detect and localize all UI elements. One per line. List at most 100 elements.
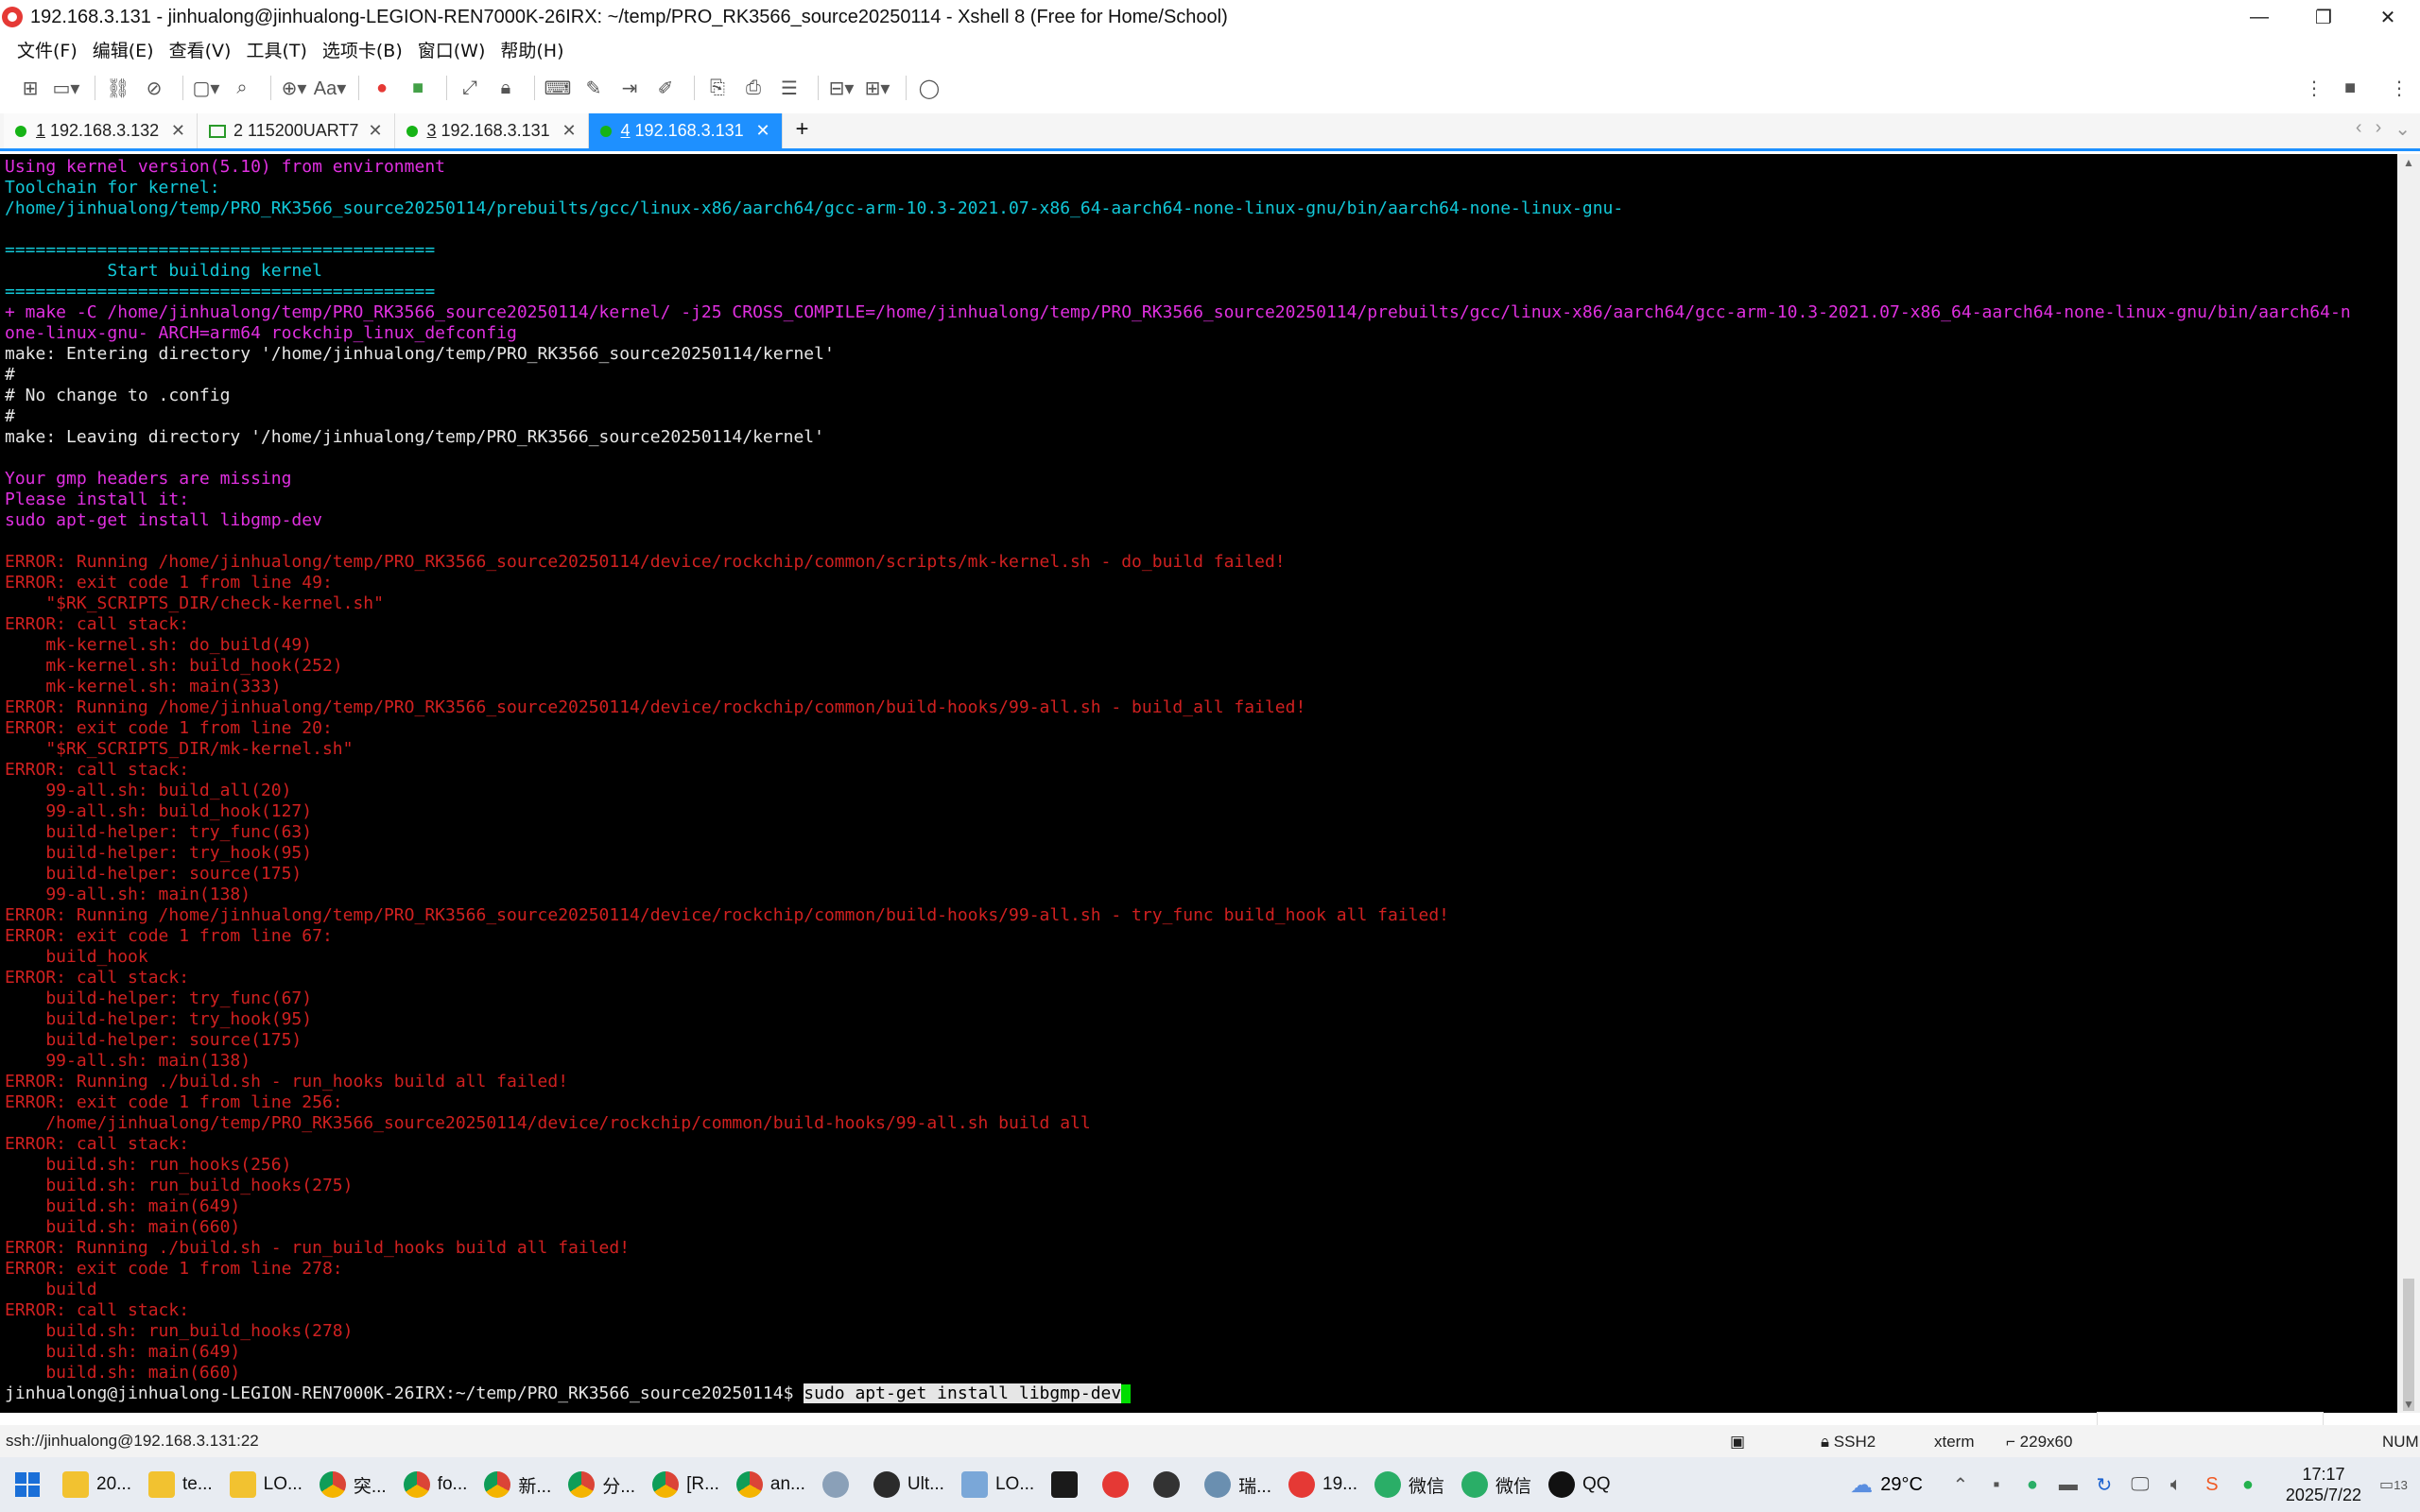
taskbar-app-label: [R... xyxy=(686,1474,719,1494)
split-icon[interactable]: ⊞▾ xyxy=(862,73,892,103)
tab-close-icon[interactable]: ✕ xyxy=(562,121,576,141)
tab-list-icon[interactable]: ⌄ xyxy=(2394,117,2411,141)
tray-sogou-icon[interactable]: S xyxy=(2197,1469,2227,1500)
tab-close-icon[interactable]: ✕ xyxy=(171,121,185,141)
highlight-icon[interactable]: ✐ xyxy=(650,73,681,103)
folder-icon xyxy=(147,1471,175,1498)
notification-center-icon[interactable]: ▭ 13 xyxy=(2378,1469,2409,1500)
scrollbar-thumb[interactable] xyxy=(2403,1279,2414,1411)
tray-sync-icon[interactable]: ↻ xyxy=(2089,1469,2119,1500)
log-icon[interactable]: ⎘ xyxy=(702,73,733,103)
taskbar-app[interactable]: an... xyxy=(729,1461,813,1508)
taskbar-app[interactable]: [R... xyxy=(645,1461,727,1508)
typed-command[interactable]: sudo apt-get install libgmp-dev xyxy=(804,1383,1122,1403)
taskbar-app[interactable]: QQ xyxy=(1541,1461,1618,1508)
taskbar-app[interactable]: 20... xyxy=(55,1461,139,1508)
tab-session-3[interactable]: 3 192.168.3.131 ✕ xyxy=(394,113,589,148)
new-window-icon[interactable]: ▢▾ xyxy=(191,73,221,103)
system-clock[interactable]: 17:17 2025/7/22 xyxy=(2286,1464,2361,1505)
tray-app-icon[interactable]: ▪ xyxy=(1981,1469,2012,1500)
menu-window[interactable]: 窗口(W) xyxy=(418,37,486,62)
taskbar-app[interactable]: 瑞... xyxy=(1197,1461,1279,1508)
tray-wechat-icon[interactable]: ● xyxy=(2017,1469,2048,1500)
toolbar-divider xyxy=(358,76,359,100)
menu-view[interactable]: 查看(V) xyxy=(169,37,232,62)
taskbar-app[interactable]: 新... xyxy=(476,1461,559,1508)
terminal-line: make: Entering directory '/home/jinhualo… xyxy=(5,344,835,364)
scroll-up-icon[interactable]: ▲ xyxy=(2397,156,2420,169)
taskbar-app[interactable]: 分... xyxy=(561,1461,643,1508)
add-tab-button[interactable]: + xyxy=(796,116,809,143)
compose-icon[interactable]: ⌨ xyxy=(543,73,573,103)
command-prompt-line[interactable]: jinhualong@jinhualong-LEGION-REN7000K-26… xyxy=(5,1383,2393,1404)
layout-icon[interactable]: ⊟▾ xyxy=(826,73,856,103)
connect-icon[interactable]: ⛓ xyxy=(103,73,133,103)
taskbar-app[interactable] xyxy=(1095,1461,1144,1508)
script-icon[interactable]: ✎ xyxy=(579,73,609,103)
taskbar-app[interactable]: 19... xyxy=(1281,1461,1365,1508)
taskbar-app[interactable]: LO... xyxy=(954,1461,1042,1508)
weather-widget[interactable]: ☁ 29°C xyxy=(1850,1471,1923,1499)
volume-icon[interactable]: 🔈︎ xyxy=(2161,1469,2191,1500)
globe-icon[interactable]: ⊕▾ xyxy=(279,73,309,103)
overflow-icon[interactable]: ⋮ xyxy=(2384,73,2414,103)
taskbar-app[interactable]: Ult... xyxy=(866,1461,952,1508)
menu-file[interactable]: 文件(F) xyxy=(17,37,78,62)
fullscreen-icon[interactable]: ⤢ xyxy=(455,73,485,103)
menu-tab[interactable]: 选项卡(B) xyxy=(322,37,403,62)
print-icon[interactable]: ⎙ xyxy=(738,73,769,103)
taskbar-app[interactable] xyxy=(1044,1461,1093,1508)
start-button[interactable] xyxy=(0,1457,55,1512)
xftp-icon[interactable]: ● xyxy=(367,73,397,103)
close-button[interactable]: ✕ xyxy=(2356,0,2420,34)
terminal-line: build.sh: main(649) xyxy=(5,1196,241,1216)
open-folder-icon[interactable]: ▭▾ xyxy=(51,73,81,103)
lock-session-icon[interactable]: ■ xyxy=(2335,73,2365,103)
network-icon[interactable]: 🖵︎ xyxy=(2125,1469,2155,1500)
minimize-button[interactable]: — xyxy=(2227,0,2291,34)
more-options-icon[interactable]: ⋮ xyxy=(2299,73,2329,103)
chat-icon[interactable]: ◯ xyxy=(914,73,944,103)
terminal-output[interactable]: Using kernel version(5.10) from environm… xyxy=(0,154,2397,1413)
tab-next-icon[interactable]: › xyxy=(2376,117,2382,141)
find-icon[interactable]: ⌕ xyxy=(227,73,257,103)
new-session-icon[interactable]: ⊞ xyxy=(15,73,45,103)
tab-close-icon[interactable]: ✕ xyxy=(755,121,769,141)
scroll-down-icon[interactable]: ▼ xyxy=(2397,1398,2420,1411)
terminal-line: + make -C /home/jinhualong/temp/PRO_RK35… xyxy=(5,302,2351,322)
taskbar-app[interactable] xyxy=(815,1461,864,1508)
taskbar-app[interactable]: 微信 xyxy=(1367,1461,1452,1508)
tab-close-icon[interactable]: ✕ xyxy=(368,121,382,141)
terminal-scrollbar[interactable]: ▲ ▼ xyxy=(2397,154,2420,1413)
weather-icon: ☁ xyxy=(1850,1471,1874,1498)
taskbar-app[interactable]: 微信 xyxy=(1454,1461,1539,1508)
terminal-line: build.sh: main(649) xyxy=(5,1342,241,1362)
menu-edit[interactable]: 编辑(E) xyxy=(93,37,154,62)
tray-green-icon[interactable]: ● xyxy=(2233,1469,2263,1500)
toolbar-divider xyxy=(534,76,535,100)
taskbar-app[interactable] xyxy=(1146,1461,1195,1508)
maximize-button[interactable]: ❐ xyxy=(2291,0,2356,34)
tab-session-2[interactable]: 2 115200UART7 ✕ xyxy=(198,113,395,148)
taskbar-app[interactable]: te... xyxy=(141,1461,220,1508)
lock-icon[interactable]: 🔒︎ xyxy=(491,73,521,103)
tab-session-4[interactable]: 4 192.168.3.131 ✕ xyxy=(588,113,783,148)
taskbar-app[interactable]: LO... xyxy=(222,1461,310,1508)
taskbar-app[interactable]: 突... xyxy=(312,1461,394,1508)
terminal-line: 99-all.sh: build_all(20) xyxy=(5,781,292,800)
taskbar-app-label: 新... xyxy=(518,1476,552,1497)
tray-expand-icon[interactable]: ⌃ xyxy=(1945,1469,1976,1500)
transfer-icon[interactable]: ⇥ xyxy=(614,73,645,103)
xshell-app-icon[interactable] xyxy=(2,7,23,27)
xagent-icon[interactable]: ■ xyxy=(403,73,433,103)
tab-session-1[interactable]: 1 192.168.3.132 ✕ xyxy=(4,113,198,148)
font-icon[interactable]: Aa▾ xyxy=(314,73,347,103)
disconnect-icon[interactable]: ⊘ xyxy=(139,73,169,103)
menu-help[interactable]: 帮助(H) xyxy=(500,37,563,62)
taskbar-app-label: an... xyxy=(769,1474,805,1494)
taskbar-app[interactable]: fo... xyxy=(396,1461,475,1508)
tab-prev-icon[interactable]: ‹ xyxy=(2356,117,2362,141)
menu-tools[interactable]: 工具(T) xyxy=(246,37,306,62)
battery-icon[interactable]: ▬ xyxy=(2053,1469,2083,1500)
properties-icon[interactable]: ☰ xyxy=(774,73,804,103)
